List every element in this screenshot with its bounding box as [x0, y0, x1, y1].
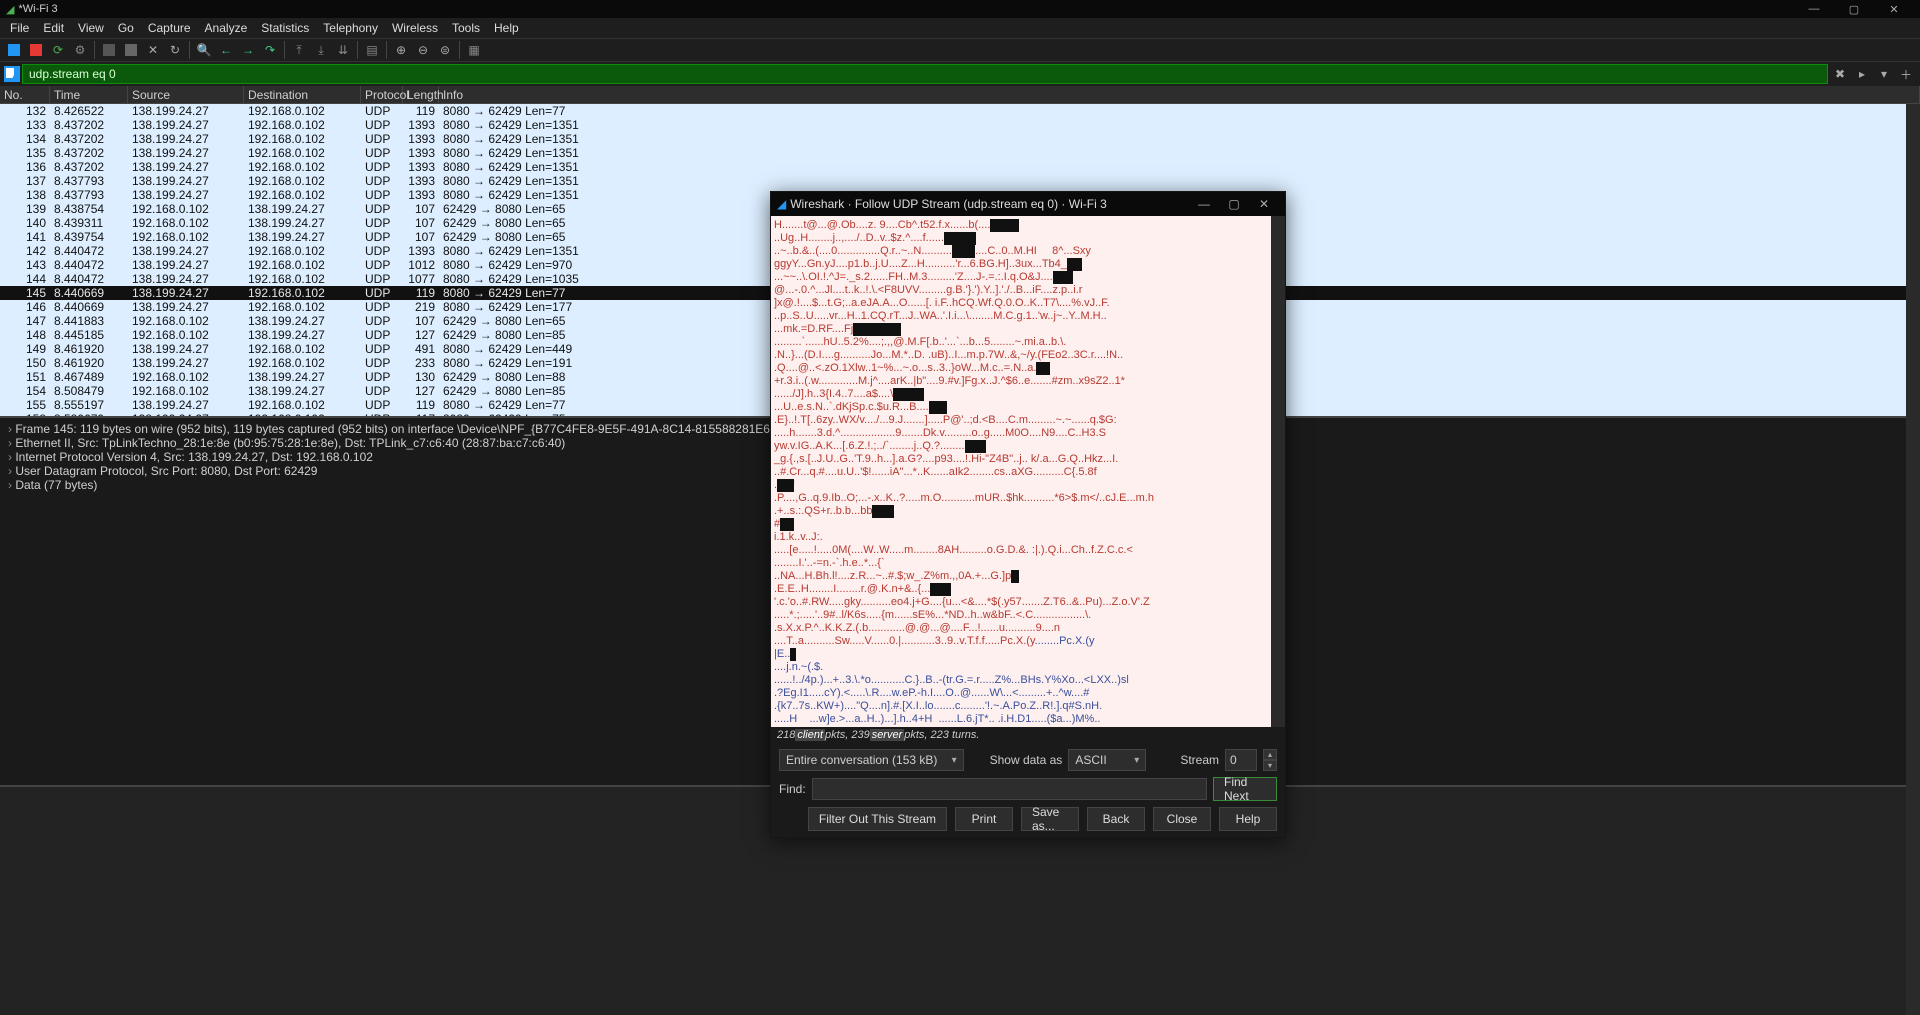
save-as-button[interactable]: Save as...	[1021, 807, 1079, 831]
menu-file[interactable]: File	[4, 19, 35, 37]
reload-button[interactable]: ↻	[165, 40, 185, 60]
packet-row[interactable]: 1368.437202138.199.24.27192.168.0.102UDP…	[0, 160, 1920, 174]
dlg-maximize-button[interactable]: ▢	[1219, 197, 1249, 211]
menu-help[interactable]: Help	[488, 19, 525, 37]
show-as-label: Show data as	[990, 753, 1063, 767]
col-src[interactable]: Source	[128, 86, 244, 103]
go-forward-button[interactable]: →	[238, 40, 258, 60]
stream-label: Stream	[1180, 753, 1219, 767]
apply-filter-button[interactable]: ▸	[1852, 64, 1872, 84]
stream-number-input[interactable]	[1225, 749, 1257, 771]
zoom-reset-button[interactable]: ⊜	[435, 40, 455, 60]
menu-telephony[interactable]: Telephony	[317, 19, 384, 37]
dialog-title: Wireshark · Follow UDP Stream (udp.strea…	[790, 197, 1107, 211]
packet-row[interactable]: 1378.437793138.199.24.27192.168.0.102UDP…	[0, 174, 1920, 188]
conversation-select[interactable]: Entire conversation (153 kB)	[779, 749, 964, 771]
filter-out-button[interactable]: Filter Out This Stream	[808, 807, 947, 831]
open-button[interactable]	[99, 40, 119, 60]
dlg-minimize-button[interactable]: —	[1189, 197, 1219, 211]
dialog-titlebar: ◢ Wireshark · Follow UDP Stream (udp.str…	[771, 192, 1285, 216]
toolbar: ⟳ ⚙ ✕ ↻ 🔍 ← → ↷ ⤒ ⤓ ⇊ ▤ ⊕ ⊖ ⊜ ▦	[0, 38, 1920, 62]
titlebar: ◢ *Wi-Fi 3 — ▢ ✕	[0, 0, 1920, 18]
packet-list-header: No. Time Source Destination Protocol Len…	[0, 86, 1920, 104]
save-button[interactable]	[121, 40, 141, 60]
col-dst[interactable]: Destination	[244, 86, 361, 103]
bookmark-icon[interactable]	[4, 66, 20, 82]
menu-statistics[interactable]: Statistics	[255, 19, 315, 37]
maximize-button[interactable]: ▢	[1834, 3, 1874, 16]
back-button[interactable]: Back	[1087, 807, 1145, 831]
menu-tools[interactable]: Tools	[446, 19, 486, 37]
stream-up-button[interactable]: ▴	[1263, 749, 1277, 760]
minimize-button[interactable]: —	[1794, 3, 1834, 16]
menu-capture[interactable]: Capture	[142, 19, 197, 37]
auto-scroll-button[interactable]: ⇊	[333, 40, 353, 60]
wireshark-icon: ◢	[777, 197, 786, 211]
filterbar: ✖ ▸ ▾ ＋	[0, 62, 1920, 86]
start-capture-button[interactable]	[4, 40, 24, 60]
packet-list-scrollbar[interactable]	[1906, 104, 1920, 416]
print-button[interactable]: Print	[955, 807, 1013, 831]
colorize-button[interactable]: ▤	[362, 40, 382, 60]
follow-stream-dialog: ◢ Wireshark · Follow UDP Stream (udp.str…	[770, 191, 1286, 838]
close-button[interactable]: ✕	[1874, 3, 1914, 16]
last-packet-button[interactable]: ⤓	[311, 40, 331, 60]
col-time[interactable]: Time	[50, 86, 128, 103]
stream-stats: 218 client pkts, 239 server pkts, 223 tu…	[771, 727, 1285, 743]
window-title: *Wi-Fi 3	[18, 3, 57, 15]
col-len[interactable]: Length	[403, 86, 439, 103]
find-next-button[interactable]: Find Next	[1213, 777, 1277, 801]
packet-row[interactable]: 1358.437202138.199.24.27192.168.0.102UDP…	[0, 146, 1920, 160]
dlg-close-button[interactable]: ✕	[1249, 197, 1279, 211]
clear-filter-button[interactable]: ✖	[1830, 64, 1850, 84]
packet-row[interactable]: 1338.437202138.199.24.27192.168.0.102UDP…	[0, 118, 1920, 132]
go-back-button[interactable]: ←	[216, 40, 236, 60]
close-dialog-button[interactable]: Close	[1153, 807, 1211, 831]
stream-scrollbar[interactable]	[1271, 216, 1285, 727]
app-icon: ◢	[6, 3, 14, 16]
col-no[interactable]: No.	[0, 86, 50, 103]
find-input[interactable]	[812, 778, 1207, 800]
help-button[interactable]: Help	[1219, 807, 1277, 831]
close-file-button[interactable]: ✕	[143, 40, 163, 60]
menu-go[interactable]: Go	[112, 19, 140, 37]
show-as-select[interactable]: ASCII	[1068, 749, 1146, 771]
stop-capture-button[interactable]	[26, 40, 46, 60]
add-filter-button[interactable]: ＋	[1896, 64, 1916, 84]
find-label: Find:	[779, 782, 806, 796]
zoom-in-button[interactable]: ⊕	[391, 40, 411, 60]
menu-wireless[interactable]: Wireless	[386, 19, 444, 37]
find-button[interactable]: 🔍	[194, 40, 214, 60]
col-info[interactable]: Info	[439, 86, 1920, 103]
resize-columns-button[interactable]: ▦	[464, 40, 484, 60]
menu-edit[interactable]: Edit	[37, 19, 70, 37]
stream-down-button[interactable]: ▾	[1263, 760, 1277, 771]
menubar: FileEditViewGoCaptureAnalyzeStatisticsTe…	[0, 18, 1920, 38]
filter-history-button[interactable]: ▾	[1874, 64, 1894, 84]
display-filter-input[interactable]	[22, 64, 1828, 84]
stream-content[interactable]: H.......t@...@.Ob....z. 9....Cb^.t52.f.x…	[771, 216, 1285, 727]
go-to-packet-button[interactable]: ↷	[260, 40, 280, 60]
col-proto[interactable]: Protocol	[361, 86, 403, 103]
restart-capture-button[interactable]: ⟳	[48, 40, 68, 60]
capture-options-button[interactable]: ⚙	[70, 40, 90, 60]
packet-row[interactable]: 1328.426522138.199.24.27192.168.0.102UDP…	[0, 104, 1920, 118]
first-packet-button[interactable]: ⤒	[289, 40, 309, 60]
menu-analyze[interactable]: Analyze	[199, 19, 254, 37]
menu-view[interactable]: View	[72, 19, 110, 37]
packet-row[interactable]: 1348.437202138.199.24.27192.168.0.102UDP…	[0, 132, 1920, 146]
zoom-out-button[interactable]: ⊖	[413, 40, 433, 60]
